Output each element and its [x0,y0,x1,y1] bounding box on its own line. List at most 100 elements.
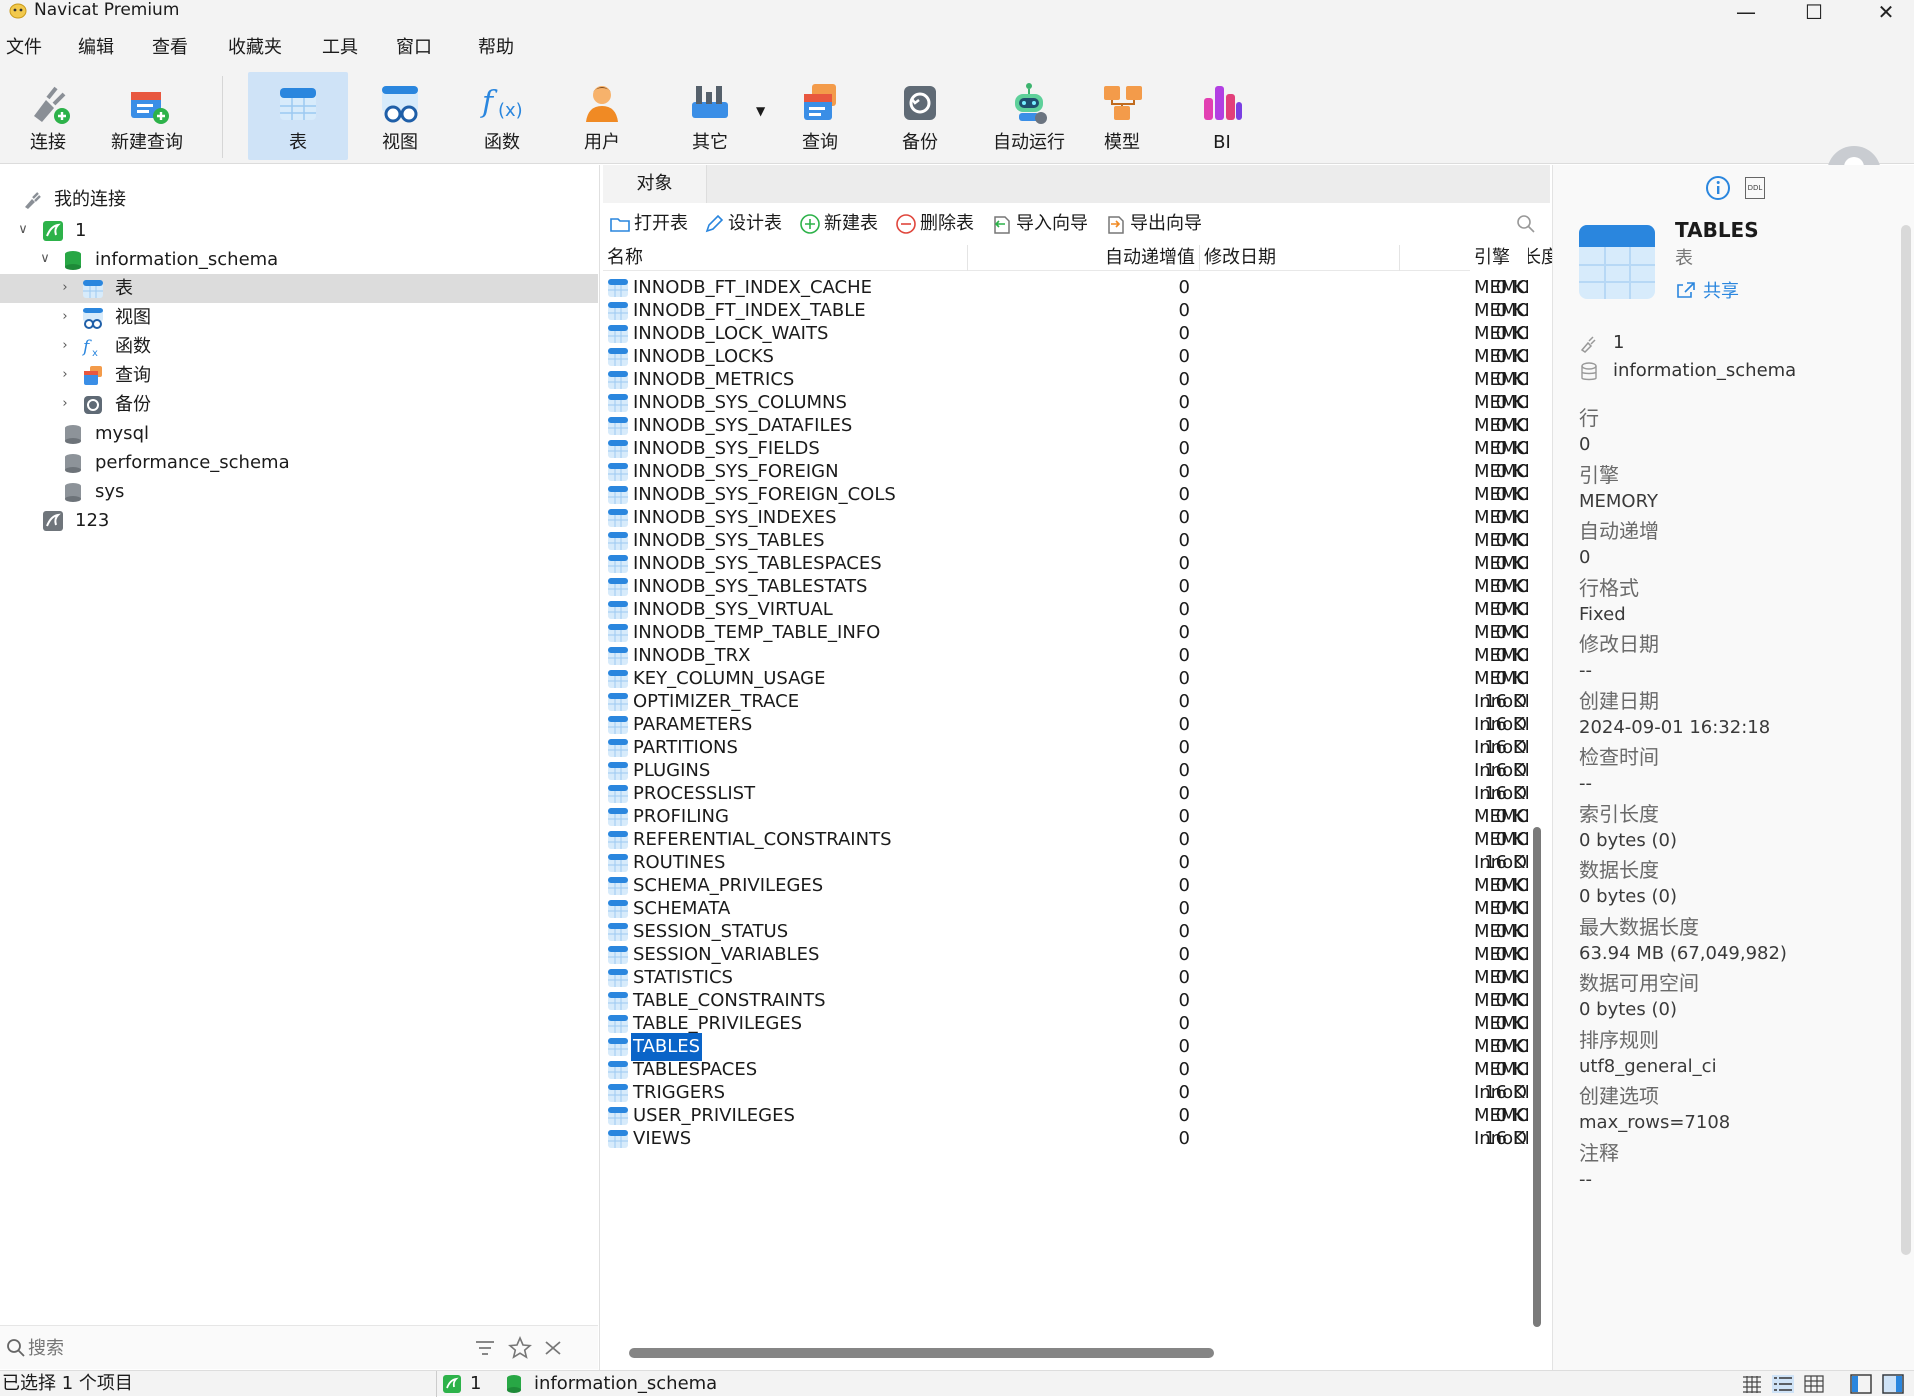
menu-window[interactable]: 窗口 [396,36,432,60]
tree-node-views[interactable]: › 视图 [0,303,598,332]
col-header-engine[interactable]: 引擎 [1470,245,1528,271]
table-icon [607,1059,629,1081]
toggle-right-panel-icon[interactable] [1882,1374,1904,1394]
other-dropdown-icon[interactable]: ▼ [756,104,765,118]
search-icon [7,1339,25,1357]
tree-db-mysql[interactable]: mysql [0,419,598,448]
table-icon [607,1128,629,1150]
toolbar-separator [222,76,223,158]
tree-db-performance-schema[interactable]: performance_schema [0,448,598,477]
database-icon [65,251,81,270]
minimize-button[interactable]: — [1718,0,1774,24]
tree-node-tables[interactable]: › 表 [0,274,598,303]
info-field-label: 行 [1579,406,1599,430]
tree-root-label: 我的连接 [54,189,126,210]
menu-view[interactable]: 查看 [152,36,188,60]
col-header-auto-increment[interactable]: 自动递增值 [968,245,1200,271]
export-wizard-button[interactable]: 导出向导 [1105,211,1202,237]
chevron-right-icon[interactable]: › [58,368,72,382]
toggle-left-panel-icon[interactable] [1850,1374,1872,1394]
col-header-modified[interactable]: 修改日期 [1200,245,1400,271]
objects-tab-bar: 对象 [603,165,1550,203]
automation-button[interactable]: 自动运行 [978,72,1080,160]
other-button[interactable]: 其它 [668,72,752,160]
info-connection: 1 [1613,332,1625,353]
info-field-label: 数据可用空间 [1579,971,1699,995]
info-tab-icon[interactable] [1705,175,1731,201]
design-table-button[interactable]: 设计表 [703,211,782,237]
view-button[interactable]: 视图 [358,72,442,160]
user-button[interactable]: 用户 [560,72,644,160]
info-field-label: 修改日期 [1579,632,1659,656]
backup-button[interactable]: 备份 [878,72,962,160]
import-icon [994,216,1010,234]
menu-favorites[interactable]: 收藏夹 [228,36,282,60]
tree-conn-123-label: 123 [75,510,110,531]
tree-conn-1[interactable]: ∨ 1 [0,216,598,245]
open-table-label: 打开表 [634,213,688,234]
new-table-button[interactable]: 新建表 [799,211,878,237]
chevron-right-icon[interactable]: › [58,397,72,411]
menu-tools[interactable]: 工具 [322,36,358,60]
design-table-label: 设计表 [728,213,782,234]
info-field-label: 行格式 [1579,575,1639,600]
col-header-name[interactable]: 名称 [603,245,968,271]
tree-conn-123[interactable]: 123 [0,506,598,535]
vertical-scrollbar[interactable] [1531,277,1545,1343]
menu-file[interactable]: 文件 [6,36,42,60]
chevron-down-icon[interactable]: ∨ [38,252,52,266]
automation-label: 自动运行 [993,132,1065,153]
model-button[interactable]: 模型 [1080,72,1164,160]
chevron-right-icon[interactable]: › [58,281,72,295]
horizontal-scroll-thumb[interactable] [629,1348,1214,1358]
menu-help[interactable]: 帮助 [478,36,514,60]
database-icon [1581,362,1597,381]
tree-node-queries[interactable]: › 查询 [0,361,598,390]
table-icon [607,921,629,943]
table-row[interactable]: VIEWS016 KBInnoDB [603,1125,1528,1153]
open-table-button[interactable]: 打开表 [609,211,688,237]
connect-button[interactable]: 连接 [12,72,84,160]
close-button[interactable]: ✕ [1858,0,1914,24]
chevron-down-icon[interactable]: ∨ [16,223,30,237]
model-label: 模型 [1104,132,1140,153]
collapse-all-icon[interactable] [542,1338,564,1358]
list-view-icon[interactable] [1772,1375,1794,1393]
info-scrollbar[interactable] [1901,225,1911,1255]
vertical-scroll-thumb[interactable] [1533,827,1541,1327]
delete-table-button[interactable]: 删除表 [895,211,974,237]
info-field-value: MEMORY [1579,490,1658,512]
tree-node-functions[interactable]: › fx 函数 [0,332,598,361]
table-icon [607,691,629,713]
plus-circle-icon [800,214,820,234]
star-icon[interactable] [508,1336,532,1360]
horizontal-scrollbar[interactable] [623,1345,1523,1359]
share-button[interactable]: 共享 [1675,277,1739,303]
filter-icon[interactable] [474,1338,496,1358]
function-button[interactable]: f (x) 函数 [460,72,544,160]
search-icon[interactable] [1515,213,1537,235]
tree-db-information-schema[interactable]: ∨ information_schema [0,245,598,274]
bi-button[interactable]: BI [1180,72,1264,160]
tree-search-input[interactable] [28,1334,448,1362]
grid-view-icon[interactable] [1742,1375,1762,1393]
ddl-tab-icon[interactable]: DDL [1745,177,1765,199]
mysql-connection-icon [43,511,63,531]
tree-db-sys[interactable]: sys [0,477,598,506]
backup-icon [84,396,102,414]
cell-name: VIEWS [603,1125,963,1153]
chevron-right-icon[interactable]: › [58,310,72,324]
tree-node-backups[interactable]: › 备份 [0,390,598,419]
table-button[interactable]: 表 [248,72,348,160]
function-label: 函数 [484,132,520,153]
maximize-button[interactable]: ☐ [1786,0,1842,24]
query-button[interactable]: 查询 [778,72,862,160]
chevron-right-icon[interactable]: › [58,339,72,353]
tree-root-my-connections[interactable]: 我的连接 [0,185,598,214]
menu-edit[interactable]: 编辑 [78,36,114,60]
new-query-button[interactable]: 新建查询 [104,72,190,160]
import-wizard-button[interactable]: 导入向导 [991,211,1088,237]
info-field-value: -- [1579,660,1592,681]
detail-view-icon[interactable] [1804,1375,1824,1393]
tab-objects[interactable]: 对象 [603,165,707,203]
